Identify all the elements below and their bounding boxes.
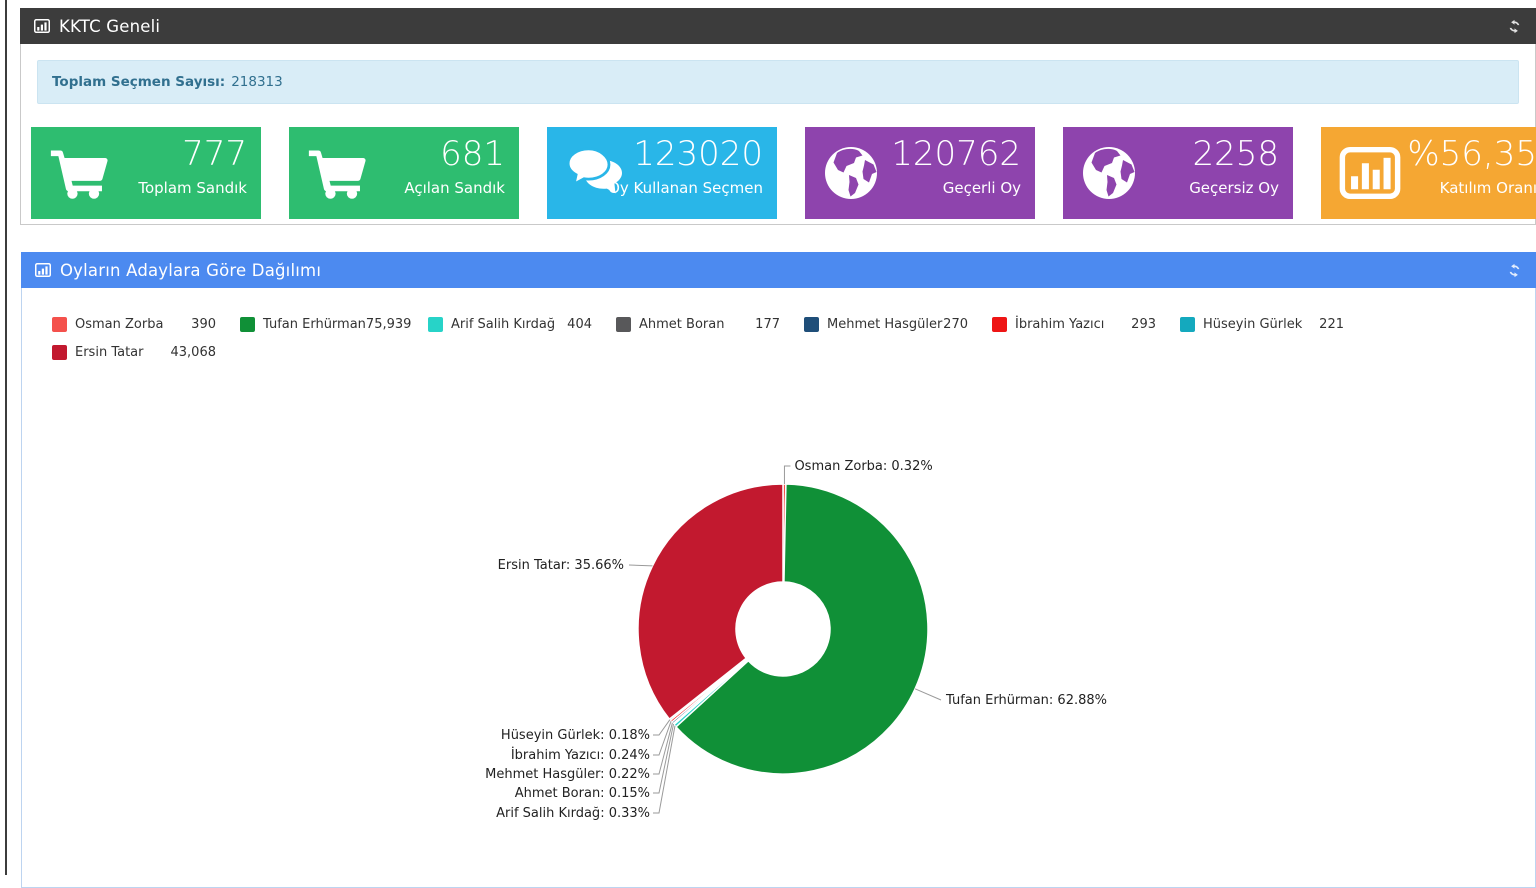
tile-gecerli-oy: 120762 Geçerli Oy bbox=[805, 127, 1035, 219]
pie-slice-label: Arif Salih Kırdağ: 0.33% bbox=[496, 806, 650, 821]
legend-color-swatch bbox=[52, 317, 67, 332]
tile-toplam-sandik: 777 Toplam Sandık bbox=[31, 127, 261, 219]
legend-name: İbrahim Yazıcı bbox=[1015, 317, 1104, 332]
bar-chart-icon bbox=[35, 262, 51, 278]
tile-katilim-orani: %56,35 Katılım Oranı bbox=[1321, 127, 1536, 219]
tile-oy-kullanan-secmen: 123020 Oy Kullanan Seçmen bbox=[547, 127, 777, 219]
legend-value: 270 bbox=[943, 317, 968, 332]
legend-value: 404 bbox=[567, 317, 592, 332]
panel-kktc-geneli: KKTC Geneli Toplam Seçmen Sayısı: 218313… bbox=[20, 8, 1536, 225]
pie-slice-label: Ahmet Boran: 0.15% bbox=[515, 786, 650, 801]
legend-name: Ahmet Boran bbox=[639, 317, 724, 332]
total-voters-infobox: Toplam Seçmen Sayısı: 218313 bbox=[37, 60, 1519, 104]
legend-item: İbrahim Yazıcı 293 bbox=[992, 310, 1180, 338]
legend-value: 43,068 bbox=[171, 345, 217, 360]
legend-value: 221 bbox=[1319, 317, 1344, 332]
tile-acilan-sandik: 681 Açılan Sandık bbox=[289, 127, 519, 219]
legend-color-swatch bbox=[1180, 317, 1195, 332]
sidebar-edge bbox=[5, 0, 7, 875]
tile-value: %56,35 bbox=[1407, 136, 1536, 173]
shopping-cart-icon bbox=[49, 146, 109, 200]
pie-slice-label: İbrahim Yazıcı: 0.24% bbox=[511, 747, 650, 763]
legend-item: Osman Zorba 390 bbox=[52, 310, 240, 338]
legend-value: 75,939 bbox=[366, 317, 412, 332]
donut-chart: Osman Zorba: 0.32% Tufan Erhürman: 62.88%… bbox=[22, 288, 1514, 886]
refresh-icon[interactable] bbox=[1507, 19, 1522, 34]
tile-value: 120762 bbox=[891, 136, 1021, 173]
legend-color-swatch bbox=[804, 317, 819, 332]
tile-gecersiz-oy: 2258 Geçersiz Oy bbox=[1063, 127, 1293, 219]
pie-label-connector bbox=[915, 689, 941, 700]
panel-kktc-header: KKTC Geneli bbox=[20, 8, 1536, 44]
legend-name: Ersin Tatar bbox=[75, 345, 143, 360]
pie-legend: Osman Zorba390Tufan Erhürman75,939Arif S… bbox=[22, 288, 1535, 366]
total-voters-value: 218313 bbox=[231, 74, 283, 90]
legend-name: Arif Salih Kırdağ bbox=[451, 317, 555, 332]
legend-item: Ersin Tatar 43,068 bbox=[52, 338, 240, 366]
legend-item: Mehmet Hasgüler270 bbox=[804, 310, 992, 338]
legend-item: Tufan Erhürman75,939 bbox=[240, 310, 428, 338]
legend-name: Mehmet Hasgüler bbox=[827, 317, 942, 332]
tile-label: Oy Kullanan Seçmen bbox=[608, 179, 763, 197]
tile-value: 2258 bbox=[1192, 136, 1279, 173]
legend-name: Hüseyin Gürlek bbox=[1203, 317, 1302, 332]
legend-color-swatch bbox=[616, 317, 631, 332]
legend-color-swatch bbox=[428, 317, 443, 332]
panel-kktc-body: Toplam Seçmen Sayısı: 218313 777 Toplam … bbox=[20, 44, 1536, 225]
panel-chart-body: Osman Zorba390Tufan Erhürman75,939Arif S… bbox=[21, 288, 1536, 888]
globe-icon bbox=[1081, 145, 1137, 201]
pie-slice-label: Ersin Tatar: 35.66% bbox=[498, 558, 624, 573]
panel-title: KKTC Geneli bbox=[59, 17, 160, 36]
legend-color-swatch bbox=[52, 345, 67, 360]
legend-color-swatch bbox=[992, 317, 1007, 332]
tile-label: Geçerli Oy bbox=[943, 179, 1021, 197]
stat-tiles-row: 777 Toplam Sandık 681 Açılan Sandık 1230… bbox=[31, 127, 1519, 219]
panel-vote-distribution: Oyların Adaylara Göre Dağılımı Osman Zor… bbox=[21, 252, 1536, 888]
legend-color-swatch bbox=[240, 317, 255, 332]
panel-chart-header: Oyların Adaylara Göre Dağılımı bbox=[21, 252, 1536, 288]
legend-item: Ahmet Boran 177 bbox=[616, 310, 804, 338]
tile-value: 777 bbox=[182, 136, 247, 173]
legend-name: Osman Zorba bbox=[75, 317, 163, 332]
pie-slice-label: Osman Zorba: 0.32% bbox=[794, 459, 932, 474]
globe-icon bbox=[823, 145, 879, 201]
tile-value: 123020 bbox=[633, 136, 763, 173]
pie-slice-label: Hüseyin Gürlek: 0.18% bbox=[501, 728, 650, 743]
refresh-icon[interactable] bbox=[1507, 263, 1522, 278]
legend-item: Hüseyin Gürlek 221 bbox=[1180, 310, 1368, 338]
panel-title: Oyların Adaylara Göre Dağılımı bbox=[60, 261, 321, 280]
tile-label: Geçersiz Oy bbox=[1189, 179, 1279, 197]
pie-slice-label: Tufan Erhürman: 62.88% bbox=[945, 693, 1107, 708]
pie-label-connector bbox=[784, 466, 790, 484]
pie-label-connector bbox=[629, 565, 652, 566]
tile-value: 681 bbox=[440, 136, 505, 173]
legend-name: Tufan Erhürman bbox=[263, 317, 366, 332]
bar-chart-icon bbox=[34, 18, 50, 34]
legend-item: Arif Salih Kırdağ 404 bbox=[428, 310, 616, 338]
shopping-cart-icon bbox=[307, 146, 367, 200]
pie-slice-label: Mehmet Hasgüler: 0.22% bbox=[485, 767, 650, 782]
bar-chart-icon bbox=[1339, 147, 1401, 199]
tile-label: Katılım Oranı bbox=[1440, 179, 1536, 197]
tile-label: Açılan Sandık bbox=[404, 179, 505, 197]
legend-value: 177 bbox=[755, 317, 780, 332]
legend-value: 293 bbox=[1131, 317, 1156, 332]
tile-label: Toplam Sandık bbox=[138, 179, 247, 197]
total-voters-label: Toplam Seçmen Sayısı: bbox=[52, 74, 225, 90]
legend-value: 390 bbox=[191, 317, 216, 332]
